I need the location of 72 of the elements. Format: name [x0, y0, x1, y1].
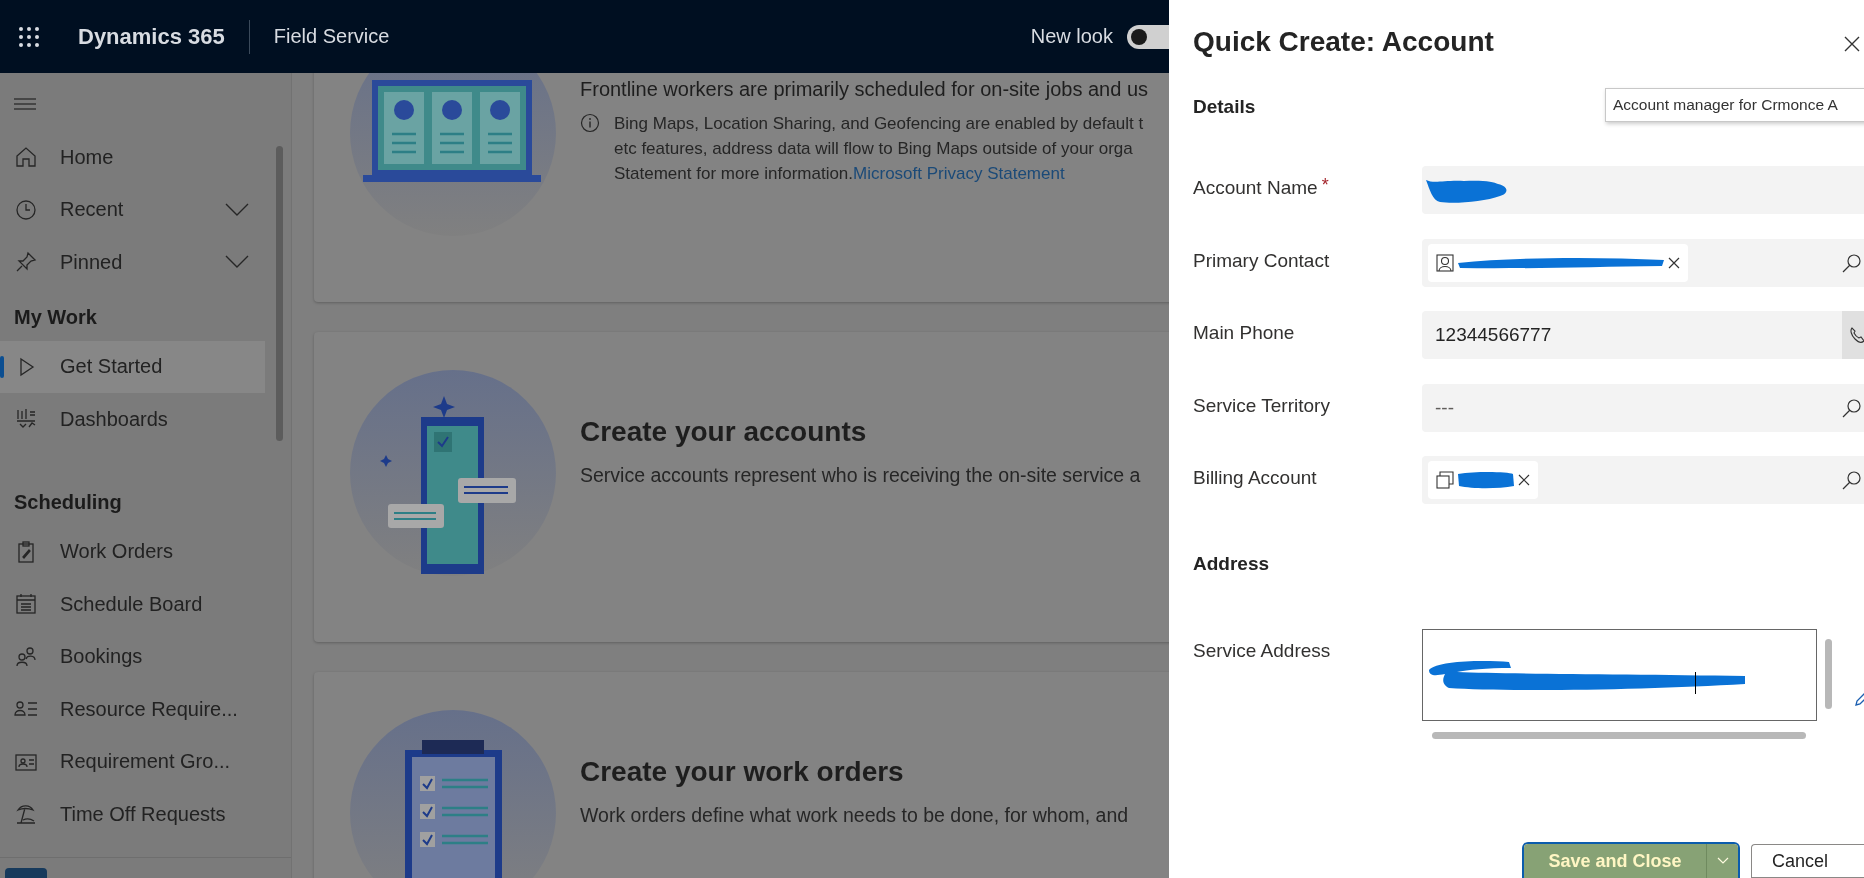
field-label: Service Territory — [1193, 393, 1330, 417]
contact-icon — [1436, 253, 1454, 272]
nav-item[interactable]: Schedule Board — [0, 578, 265, 631]
chevron-icon[interactable] — [225, 255, 249, 270]
nav-icon — [14, 145, 38, 170]
new-look-toggle[interactable] — [1127, 24, 1169, 49]
info-text: Bing Maps, Location Sharing, and Geofencing are enabled by default t — [614, 114, 1144, 133]
input-field[interactable]: --- — [1422, 383, 1864, 432]
card-description: Frontline workers are primarily scheduled for on-site jobs and us — [580, 78, 1149, 101]
app-launcher-icon[interactable] — [18, 25, 40, 48]
nav-group-title: Scheduling — [13, 490, 123, 515]
scrollbar[interactable] — [1432, 731, 1806, 739]
area-name: Field Service — [273, 25, 390, 48]
field-label: Account Name — [1193, 176, 1318, 199]
nav-group-title: My Work — [13, 305, 98, 330]
remove-icon[interactable] — [1668, 256, 1680, 269]
input-field[interactable] — [1422, 166, 1864, 214]
card-title: Create your work orders — [580, 756, 905, 788]
lookup-chip[interactable] — [1428, 461, 1538, 499]
nav-icon — [14, 802, 38, 827]
scrollbar[interactable] — [276, 146, 283, 441]
nav-item[interactable]: Get Started — [0, 340, 265, 393]
address-field[interactable] — [1422, 628, 1817, 721]
nav-item[interactable]: Bookings — [0, 630, 265, 683]
nav-item[interactable]: Pinned — [0, 236, 265, 289]
account-icon — [1436, 471, 1454, 489]
tooltip: Account manager for Crmonce A — [1605, 88, 1864, 122]
field-label: Service Address — [1193, 638, 1331, 662]
info-text: etc features, address data will flow to Bing Maps outside of your orga — [614, 139, 1133, 158]
nav-icon — [14, 197, 38, 222]
nav-item[interactable]: Resource Require... — [0, 683, 265, 736]
field-label: Main Phone — [1193, 321, 1295, 344]
required-mark: * — [1321, 174, 1329, 196]
new-look-label: New look — [1030, 25, 1113, 48]
remove-icon[interactable] — [1518, 474, 1530, 486]
nav-icon — [14, 592, 38, 617]
cancel-button[interactable]: Cancel — [1751, 844, 1864, 878]
nav-item[interactable]: Home — [0, 131, 265, 184]
close-icon[interactable] — [1844, 36, 1860, 52]
app-name[interactable]: Dynamics 365 — [78, 23, 225, 50]
nav-item[interactable]: Dashboards — [0, 393, 265, 446]
nav-item[interactable]: Work Orders — [0, 525, 265, 578]
input-field[interactable] — [1422, 238, 1864, 287]
info-icon — [580, 113, 600, 133]
save-button[interactable]: Save and Close — [1524, 844, 1706, 878]
info-text: Statement for more information. — [614, 164, 854, 183]
input-field[interactable]: 12344566777 — [1422, 311, 1864, 359]
field-input[interactable]: 12344566777 — [1422, 320, 1735, 350]
lookup-chip[interactable] — [1428, 243, 1688, 282]
field-label: Billing Account — [1193, 466, 1317, 489]
card-title: Create your accounts — [580, 416, 868, 448]
scrollbar[interactable] — [1825, 638, 1832, 709]
nav-icon — [14, 644, 38, 669]
search-icon[interactable] — [1842, 397, 1862, 418]
panel-title: Quick Create: Account — [1193, 26, 1494, 58]
nav-item[interactable]: Time Off Requests — [0, 788, 265, 841]
search-icon[interactable] — [1842, 470, 1862, 490]
nav-item[interactable]: Recent — [0, 183, 265, 236]
field-input[interactable]: --- — [1422, 392, 1735, 423]
phone-icon — [1849, 326, 1864, 344]
privacy-link[interactable]: Microsoft Privacy Statement — [853, 164, 1065, 183]
section-title: Details — [1193, 96, 1256, 118]
input-field[interactable] — [1422, 456, 1864, 504]
chevron-icon[interactable] — [225, 202, 249, 217]
field-label: Primary Contact — [1193, 248, 1330, 272]
section-title: Address — [1193, 552, 1270, 575]
card-description: Work orders define what work needs to be done, for whom, and — [580, 804, 1129, 827]
card-description: Service accounts represent who is receiving the on-site service a — [580, 464, 1141, 487]
call-button[interactable] — [1842, 311, 1864, 359]
chevron-icon — [1716, 857, 1729, 865]
search-icon[interactable] — [1842, 252, 1862, 273]
nav-item[interactable]: Requirement Gro... — [0, 735, 265, 788]
